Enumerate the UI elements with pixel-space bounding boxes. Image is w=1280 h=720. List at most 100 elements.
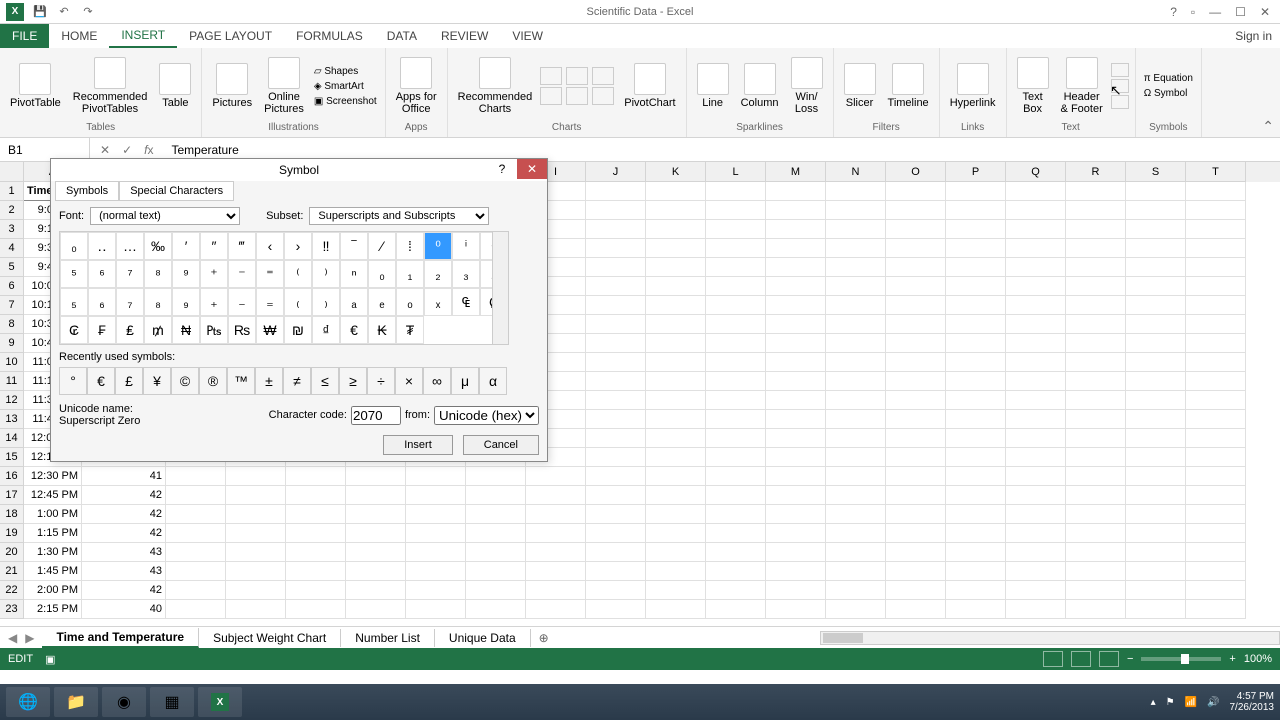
cell[interactable]: [1066, 334, 1126, 353]
cell[interactable]: [946, 315, 1006, 334]
sheet-tab-number-list[interactable]: Number List: [341, 629, 435, 647]
cell[interactable]: [946, 334, 1006, 353]
symbol-cell[interactable]: ₉: [172, 288, 200, 316]
pivottable-button[interactable]: PivotTable: [6, 61, 65, 111]
taskbar-chrome-icon[interactable]: ◉: [102, 687, 146, 717]
cell[interactable]: [646, 505, 706, 524]
symbol-cell[interactable]: ₇: [116, 288, 144, 316]
dialog-titlebar[interactable]: Symbol ? ✕: [51, 159, 547, 181]
symbol-cell[interactable]: ‴: [228, 232, 256, 260]
cell[interactable]: [646, 486, 706, 505]
view-normal-icon[interactable]: [1043, 651, 1063, 667]
recent-symbol-cell[interactable]: ™: [227, 367, 255, 395]
col-header-o[interactable]: O: [886, 162, 946, 182]
col-header-p[interactable]: P: [946, 162, 1006, 182]
cell[interactable]: [406, 581, 466, 600]
row-header[interactable]: 7: [0, 296, 24, 315]
cell[interactable]: [346, 543, 406, 562]
row-header[interactable]: 23: [0, 600, 24, 619]
cell[interactable]: [226, 543, 286, 562]
textbox-button[interactable]: Text Box: [1013, 55, 1053, 117]
close-icon[interactable]: ✕: [1260, 5, 1270, 19]
dialog-tab-symbols[interactable]: Symbols: [55, 181, 119, 201]
cell[interactable]: [886, 201, 946, 220]
cell[interactable]: [886, 353, 946, 372]
chart-scatter-icon[interactable]: [566, 87, 588, 105]
cell[interactable]: [826, 182, 886, 201]
cell[interactable]: [766, 182, 826, 201]
recent-symbol-cell[interactable]: ±: [255, 367, 283, 395]
symbol-cell[interactable]: ⁶: [88, 260, 116, 288]
cell[interactable]: [706, 372, 766, 391]
cell[interactable]: [646, 448, 706, 467]
cell[interactable]: [1186, 372, 1246, 391]
font-select[interactable]: (normal text): [90, 207, 240, 225]
cell[interactable]: [706, 467, 766, 486]
zoom-in-icon[interactable]: +: [1229, 653, 1235, 665]
cell[interactable]: [646, 391, 706, 410]
cell[interactable]: [886, 258, 946, 277]
object-icon[interactable]: [1111, 95, 1129, 109]
cell[interactable]: [706, 258, 766, 277]
cell[interactable]: 43: [82, 543, 166, 562]
sheet-tab-time-temperature[interactable]: Time and Temperature: [42, 628, 199, 648]
cell[interactable]: [1006, 220, 1066, 239]
chart-bar-icon[interactable]: [540, 67, 562, 85]
row-header[interactable]: 10: [0, 353, 24, 372]
cell[interactable]: [1066, 543, 1126, 562]
cell[interactable]: [586, 486, 646, 505]
shapes-button[interactable]: ▱ Shapes: [312, 65, 379, 78]
cell[interactable]: [586, 296, 646, 315]
cell[interactable]: [526, 486, 586, 505]
cell[interactable]: [1126, 524, 1186, 543]
symbol-cell[interactable]: ₁: [396, 260, 424, 288]
recent-symbol-cell[interactable]: μ: [451, 367, 479, 395]
symbol-cell[interactable]: ⁰: [424, 232, 452, 260]
cell[interactable]: [1006, 429, 1066, 448]
tray-flag-icon[interactable]: ⚑: [1166, 697, 1175, 708]
cell[interactable]: [1126, 372, 1186, 391]
cell[interactable]: 2:15 PM: [24, 600, 82, 619]
cell[interactable]: [1126, 562, 1186, 581]
cell[interactable]: [646, 353, 706, 372]
cell[interactable]: [826, 315, 886, 334]
cell[interactable]: [646, 524, 706, 543]
cell[interactable]: [646, 182, 706, 201]
cell[interactable]: [586, 448, 646, 467]
symbol-cell[interactable]: ₈: [144, 288, 172, 316]
smartart-button[interactable]: ◈ SmartArt: [312, 80, 379, 93]
cell[interactable]: [826, 372, 886, 391]
cell[interactable]: [1186, 505, 1246, 524]
symbol-cell[interactable]: ₅: [60, 288, 88, 316]
cell[interactable]: [1126, 505, 1186, 524]
cell[interactable]: [1006, 562, 1066, 581]
cell[interactable]: [946, 543, 1006, 562]
undo-icon[interactable]: ↶: [56, 4, 72, 20]
cell[interactable]: [946, 296, 1006, 315]
cell[interactable]: 42: [82, 524, 166, 543]
recent-symbol-cell[interactable]: ×: [395, 367, 423, 395]
cell[interactable]: [886, 505, 946, 524]
save-icon[interactable]: 💾: [32, 4, 48, 20]
cell[interactable]: [826, 201, 886, 220]
cell[interactable]: [1066, 201, 1126, 220]
cell[interactable]: [646, 334, 706, 353]
screenshot-button[interactable]: ▣ Screenshot: [312, 95, 379, 108]
symbol-cell[interactable]: ₥: [144, 316, 172, 344]
redo-icon[interactable]: ↷: [80, 4, 96, 20]
cell[interactable]: [886, 334, 946, 353]
recent-symbol-cell[interactable]: €: [87, 367, 115, 395]
cell[interactable]: [1066, 372, 1126, 391]
cell[interactable]: [706, 600, 766, 619]
row-header[interactable]: 2: [0, 201, 24, 220]
cell[interactable]: [706, 239, 766, 258]
col-header-k[interactable]: K: [646, 162, 706, 182]
row-header[interactable]: 9: [0, 334, 24, 353]
cell[interactable]: [766, 315, 826, 334]
cell[interactable]: [646, 201, 706, 220]
symbol-cell[interactable]: ₐ: [340, 288, 368, 316]
cell[interactable]: [946, 277, 1006, 296]
cell[interactable]: [586, 505, 646, 524]
maximize-icon[interactable]: ☐: [1235, 5, 1246, 19]
recent-symbol-cell[interactable]: ≥: [339, 367, 367, 395]
